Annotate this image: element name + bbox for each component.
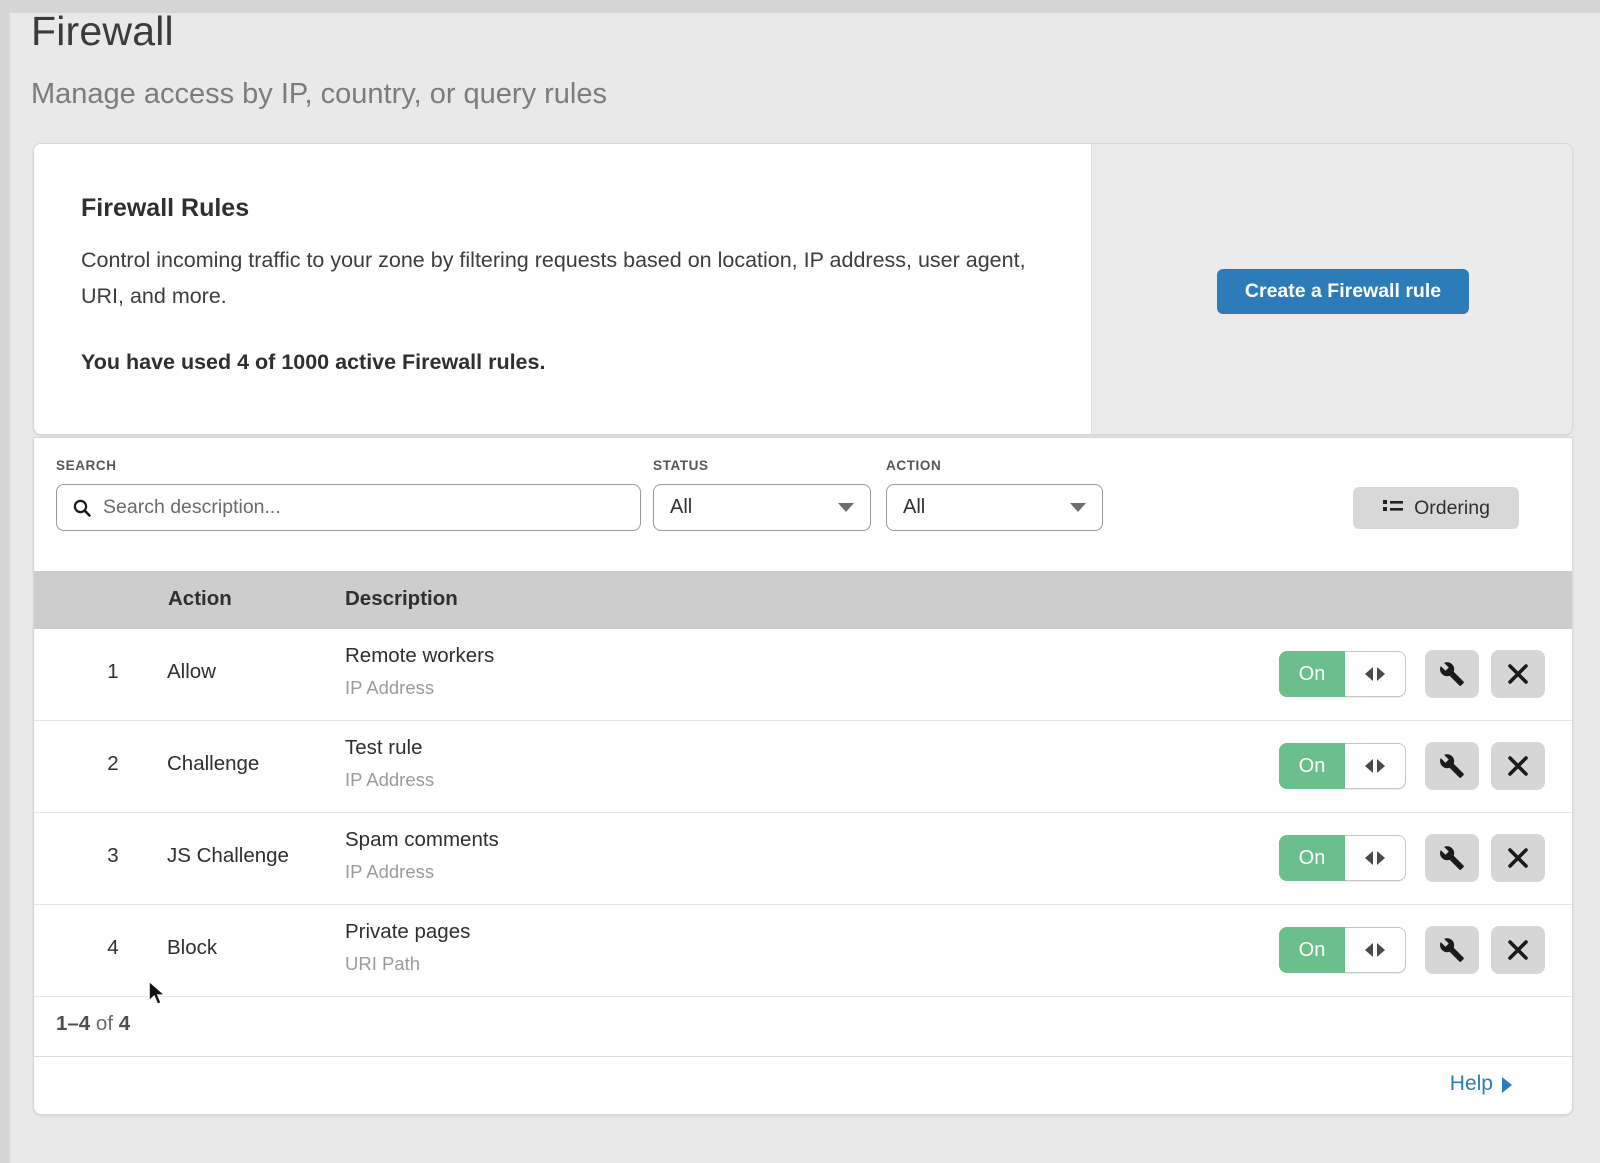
rule-description: Remote workers [345, 644, 494, 668]
close-icon [1506, 846, 1530, 870]
wrench-icon [1439, 661, 1465, 687]
rule-description: Test rule [345, 736, 422, 760]
toggle-on-label: On [1279, 927, 1345, 973]
rule-enabled-toggle[interactable]: On [1279, 927, 1406, 973]
toggle-handle[interactable] [1345, 927, 1406, 973]
help-arrow-icon [1502, 1077, 1512, 1093]
wrench-icon [1439, 753, 1465, 779]
rules-usage-text: You have used 4 of 1000 active Firewall … [81, 350, 545, 375]
table-row: 4 Block Private pages URI Path On [34, 905, 1572, 997]
edit-rule-button[interactable] [1425, 650, 1479, 698]
rule-priority: 4 [101, 936, 125, 960]
status-select-value: All [670, 496, 692, 519]
wrench-icon [1439, 845, 1465, 871]
create-firewall-rule-button[interactable]: Create a Firewall rule [1217, 269, 1469, 314]
rule-action: Allow [167, 660, 216, 684]
toggle-handle[interactable] [1345, 651, 1406, 697]
rules-card-description: Control incoming traffic to your zone by… [81, 242, 1031, 314]
rules-card-title: Firewall Rules [81, 194, 249, 223]
pagination-total: 4 [119, 1012, 130, 1035]
close-icon [1506, 662, 1530, 686]
rule-match-type: IP Address [345, 861, 434, 883]
rule-match-type: IP Address [345, 769, 434, 791]
table-row: 3 JS Challenge Spam comments IP Address … [34, 813, 1572, 905]
ordering-button-label: Ordering [1414, 497, 1490, 520]
search-label: SEARCH [56, 458, 117, 473]
pagination-of: of [96, 1012, 113, 1035]
rule-match-type: URI Path [345, 953, 420, 975]
right-arrow-icon [1377, 759, 1385, 773]
right-arrow-icon [1377, 667, 1385, 681]
delete-rule-button[interactable] [1491, 742, 1545, 790]
left-arrow-icon [1365, 667, 1373, 681]
rule-enabled-toggle[interactable]: On [1279, 835, 1406, 881]
left-arrow-icon [1365, 851, 1373, 865]
table-header: Action Description [34, 571, 1572, 629]
help-link-label: Help [1450, 1072, 1493, 1096]
delete-rule-button[interactable] [1491, 650, 1545, 698]
chevron-down-icon [838, 503, 854, 512]
rule-priority: 3 [101, 844, 125, 868]
firewall-rules-card: Firewall Rules Control incoming traffic … [33, 143, 1573, 435]
rule-description: Spam comments [345, 828, 499, 852]
help-link[interactable]: Help [1450, 1072, 1512, 1096]
action-label: ACTION [886, 458, 941, 473]
edit-rule-button[interactable] [1425, 834, 1479, 882]
search-icon [72, 498, 92, 518]
action-select-value: All [903, 496, 925, 519]
toggle-handle[interactable] [1345, 835, 1406, 881]
ordered-list-icon [1382, 498, 1404, 518]
pagination-range: 1–4 [56, 1012, 90, 1035]
rule-match-type: IP Address [345, 677, 434, 699]
delete-rule-button[interactable] [1491, 926, 1545, 974]
rule-action: Challenge [167, 752, 259, 776]
edit-rule-button[interactable] [1425, 926, 1479, 974]
column-header-action: Action [168, 587, 232, 611]
rule-enabled-toggle[interactable]: On [1279, 743, 1406, 789]
toggle-handle[interactable] [1345, 743, 1406, 789]
table-row: 2 Challenge Test rule IP Address On [34, 721, 1572, 813]
left-arrow-icon [1365, 759, 1373, 773]
toggle-on-label: On [1279, 835, 1345, 881]
status-label: STATUS [653, 458, 709, 473]
chevron-down-icon [1070, 503, 1086, 512]
rules-table-body: 1 Allow Remote workers IP Address On 2 C… [34, 629, 1572, 997]
search-box[interactable] [56, 484, 641, 531]
right-arrow-icon [1377, 851, 1385, 865]
action-select[interactable]: All [886, 484, 1103, 531]
column-header-description: Description [345, 587, 458, 611]
toggle-on-label: On [1279, 743, 1345, 789]
delete-rule-button[interactable] [1491, 834, 1545, 882]
pagination-summary: 1–4 of 4 [56, 1012, 130, 1036]
left-arrow-icon [1365, 943, 1373, 957]
toggle-on-label: On [1279, 651, 1345, 697]
rule-action: Block [167, 936, 217, 960]
rule-priority: 1 [101, 660, 125, 684]
close-icon [1506, 754, 1530, 778]
search-input[interactable] [101, 495, 640, 520]
footer-divider [34, 1056, 1572, 1057]
rule-action: JS Challenge [167, 844, 289, 868]
page-title: Firewall [31, 8, 174, 55]
table-row: 1 Allow Remote workers IP Address On [34, 629, 1572, 721]
edit-rule-button[interactable] [1425, 742, 1479, 790]
rule-enabled-toggle[interactable]: On [1279, 651, 1406, 697]
page-subtitle: Manage access by IP, country, or query r… [31, 78, 607, 111]
rule-priority: 2 [101, 752, 125, 776]
status-select[interactable]: All [653, 484, 871, 531]
rules-list-card: SEARCH STATUS ACTION All All Ordering Ac… [33, 437, 1573, 1115]
right-arrow-icon [1377, 943, 1385, 957]
ordering-button[interactable]: Ordering [1353, 487, 1519, 529]
close-icon [1506, 938, 1530, 962]
wrench-icon [1439, 937, 1465, 963]
rule-description: Private pages [345, 920, 470, 944]
